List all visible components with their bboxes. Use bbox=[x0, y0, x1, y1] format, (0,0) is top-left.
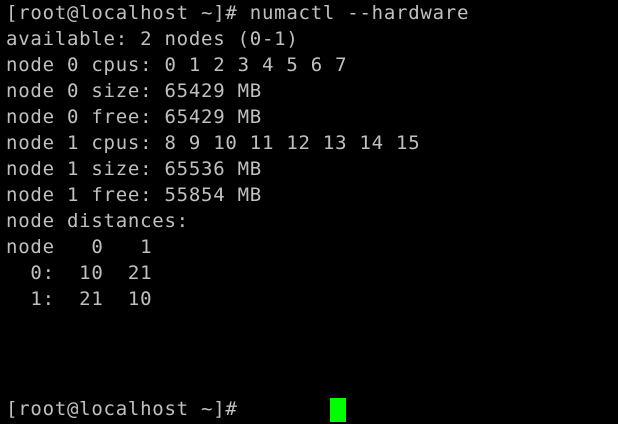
terminal-line-distance-row-0: 0: 10 21 bbox=[6, 262, 153, 284]
terminal-line-command: [root@localhost ~]# numactl --hardware bbox=[6, 2, 470, 24]
terminal-line-available-nodes: available: 2 nodes (0-1) bbox=[6, 28, 299, 50]
terminal-line-prompt: [root@localhost ~]# bbox=[6, 398, 238, 420]
terminal-line-node0-cpus: node 0 cpus: 0 1 2 3 4 5 6 7 bbox=[6, 54, 348, 76]
terminal-line-node0-free: node 0 free: 65429 MB bbox=[6, 106, 262, 128]
terminal-line-node1-free: node 1 free: 55854 MB bbox=[6, 184, 262, 206]
terminal-line-node1-cpus: node 1 cpus: 8 9 10 11 12 13 14 15 bbox=[6, 132, 421, 154]
terminal-cursor bbox=[330, 398, 346, 422]
terminal-line-distance-header: node 0 1 bbox=[6, 236, 153, 258]
terminal-line-distance-row-1: 1: 21 10 bbox=[6, 288, 153, 310]
terminal-line-node1-size: node 1 size: 65536 MB bbox=[6, 158, 262, 180]
terminal-line-node-distances-heading: node distances: bbox=[6, 210, 189, 232]
terminal-line-node0-size: node 0 size: 65429 MB bbox=[6, 80, 262, 102]
terminal-window[interactable]: [root@localhost ~]# numactl --hardware a… bbox=[0, 0, 618, 424]
